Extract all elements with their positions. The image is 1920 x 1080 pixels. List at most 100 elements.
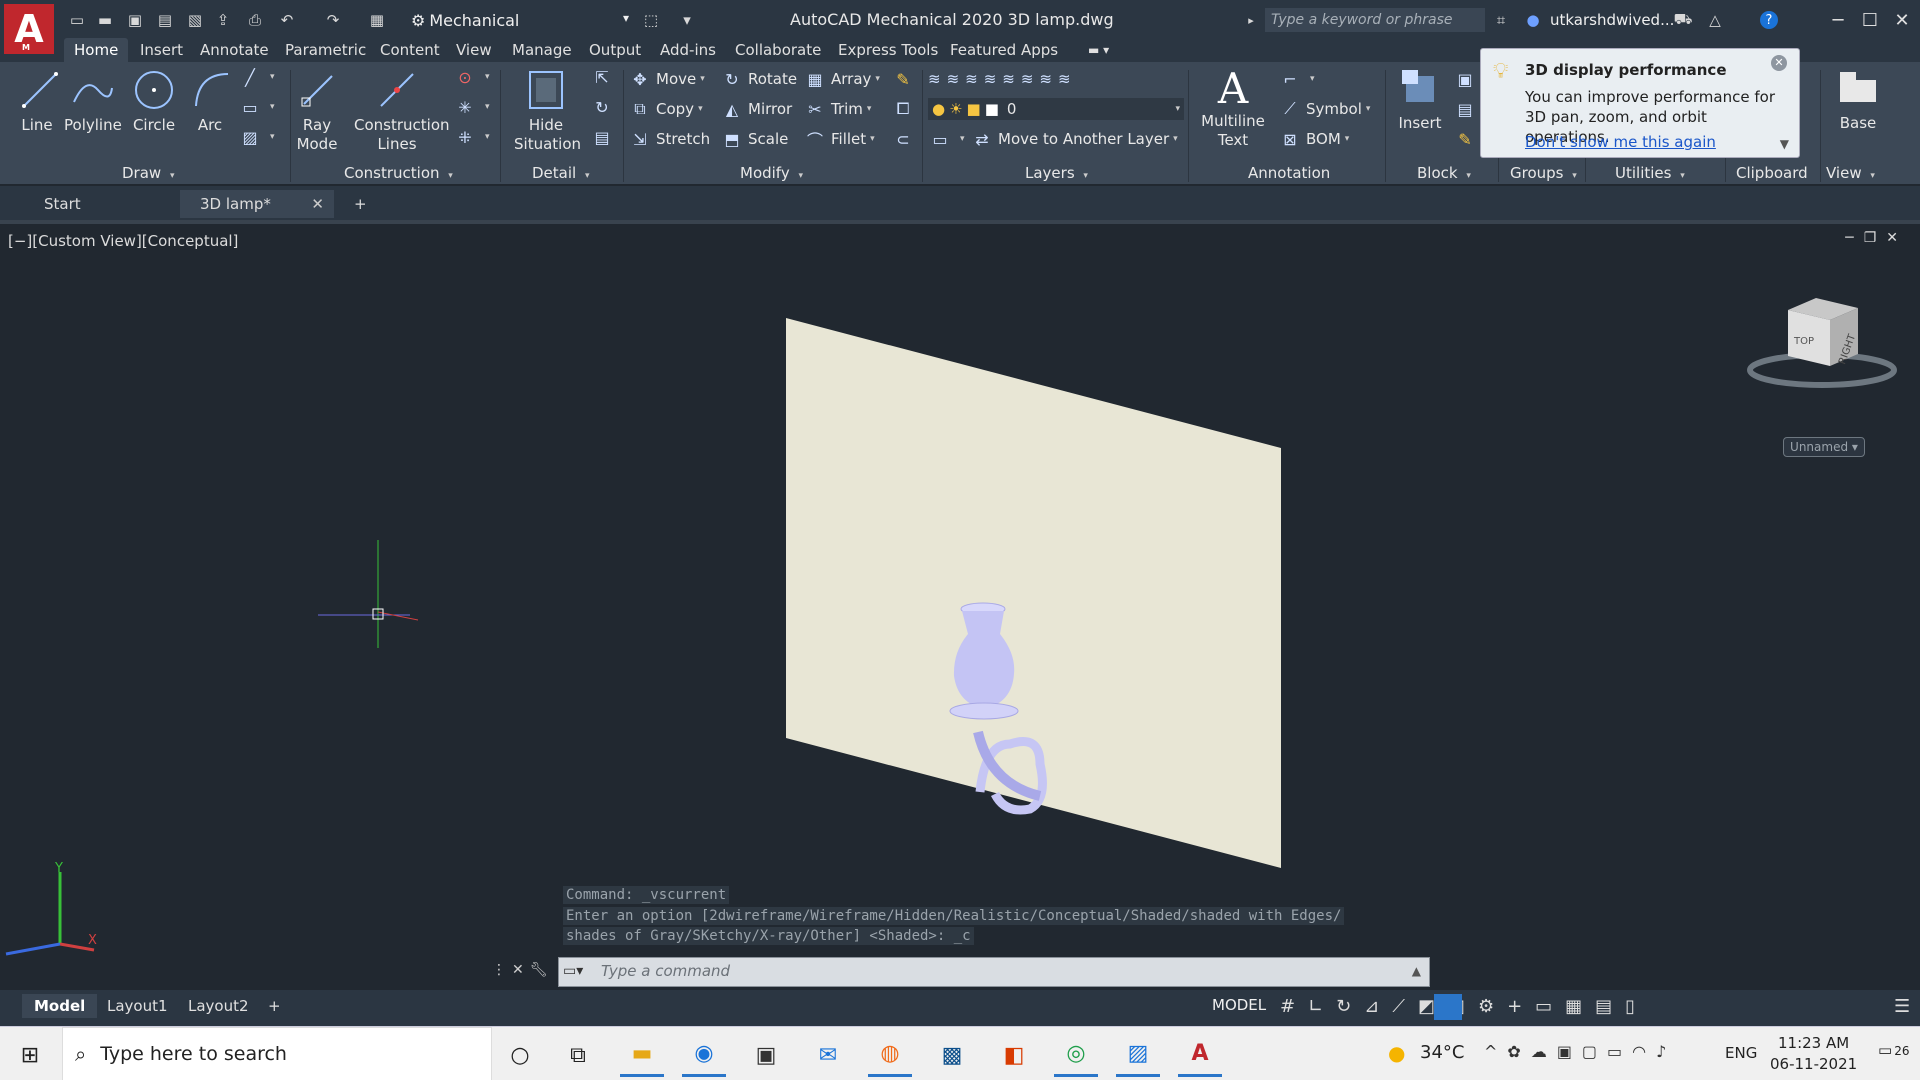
- binoculars-icon[interactable]: ⌗: [1490, 9, 1512, 31]
- tab-content[interactable]: Content: [380, 38, 440, 62]
- object-snap-toggle[interactable]: [1434, 994, 1462, 1020]
- tab-featured-apps[interactable]: Featured Apps: [950, 38, 1058, 62]
- open-icon[interactable]: ▬: [94, 9, 116, 31]
- line-button[interactable]: Line: [18, 68, 58, 135]
- customization-menu-icon[interactable]: ☰: [1894, 996, 1910, 1017]
- rectangle-tool[interactable]: ▭ ▾: [240, 96, 274, 118]
- share-icon[interactable]: ⇪: [212, 9, 234, 31]
- task-view-icon[interactable]: ⧉: [556, 1033, 600, 1077]
- layer-state-button[interactable]: ▭ ▾: [930, 128, 964, 150]
- trim-button[interactable]: ✂ Trim ▾: [805, 98, 871, 120]
- tab-3d-lamp[interactable]: 3D lamp* ✕: [180, 190, 334, 218]
- weather-icon[interactable]: ●: [1388, 1041, 1405, 1065]
- move-to-another-layer-button[interactable]: ⇄ Move to Another Layer ▾: [972, 128, 1177, 150]
- weather-temperature[interactable]: 34°C: [1420, 1042, 1464, 1063]
- detail-panel-label[interactable]: Detail ▾: [532, 164, 590, 182]
- multiline-text-button[interactable]: A Multiline Text: [1200, 66, 1266, 150]
- ucs-dropdown[interactable]: Unnamed ▾: [1783, 437, 1865, 457]
- construction-lines-button[interactable]: Construction Lines: [354, 68, 450, 154]
- open-web-icon[interactable]: ▧: [184, 9, 206, 31]
- base-view-button[interactable]: Base: [1836, 66, 1880, 133]
- tab-collaborate[interactable]: Collaborate: [735, 38, 821, 62]
- tab-manage[interactable]: Manage: [512, 38, 572, 62]
- cortana-icon[interactable]: ○: [498, 1033, 542, 1077]
- autodesk-a360-icon[interactable]: △: [1704, 9, 1726, 31]
- polyline-button[interactable]: Polyline: [64, 68, 122, 135]
- rotate-button[interactable]: ↻ Rotate: [722, 68, 797, 90]
- block-edit-button[interactable]: ▤: [1455, 98, 1481, 120]
- arc-button[interactable]: Arc: [190, 68, 230, 135]
- maximize-button[interactable]: ☐: [1852, 0, 1888, 40]
- autocad-taskbar-icon[interactable]: A: [1178, 1033, 1222, 1077]
- taskbar-clock[interactable]: 11:23 AM 06-11-2021: [1770, 1033, 1857, 1075]
- block-create-button[interactable]: ▣: [1455, 68, 1481, 90]
- detail-tool-3[interactable]: ▤: [592, 126, 618, 148]
- tab-express-tools[interactable]: Express Tools: [838, 38, 938, 62]
- workspace-dropdown[interactable]: ⚙ Mechanical ▾: [410, 7, 632, 33]
- dont-show-again-link[interactable]: Don't show me this again: [1525, 133, 1716, 151]
- application-menu-button[interactable]: A M: [4, 4, 54, 54]
- move-button[interactable]: ✥ Move ▾: [630, 68, 704, 90]
- tab-annotate[interactable]: Annotate: [200, 38, 269, 62]
- block-attribute-button[interactable]: ✎: [1455, 128, 1481, 150]
- construction-delete-tool[interactable]: ⁜ ▾: [455, 126, 489, 148]
- photos-icon[interactable]: ▨: [1116, 1033, 1160, 1077]
- store-icon[interactable]: ▣: [744, 1033, 788, 1077]
- block-panel-label[interactable]: Block ▾: [1417, 164, 1471, 182]
- viewcube-top-face[interactable]: TOP: [1794, 336, 1814, 347]
- ribbon-minimize-icon[interactable]: ▬ ▾: [1088, 38, 1109, 62]
- customize-quick-access-icon[interactable]: ▾: [676, 9, 698, 31]
- detail-tool-1[interactable]: ⇱: [592, 66, 618, 88]
- ray-mode-button[interactable]: Ray Mode: [296, 68, 338, 154]
- system-tray-icons[interactable]: ^✿☁▣▢▭◠♪: [1484, 1042, 1676, 1061]
- close-button[interactable]: ✕: [1884, 0, 1920, 40]
- windows-start-icon[interactable]: ⊞: [8, 1033, 52, 1077]
- office-icon[interactable]: ◧: [992, 1033, 1036, 1077]
- tab-layout1[interactable]: Layout1: [107, 994, 168, 1018]
- save-icon[interactable]: ▣: [124, 9, 146, 31]
- view-panel-label[interactable]: View ▾: [1826, 164, 1875, 182]
- add-layout-icon[interactable]: +: [268, 994, 281, 1018]
- fillet-button[interactable]: ⌒ Fillet ▾: [805, 128, 875, 150]
- draw-line-tool[interactable]: ╱ ▾: [240, 66, 274, 88]
- offset-button[interactable]: ⧠: [893, 98, 919, 120]
- expand-notification-icon[interactable]: ▼: [1780, 137, 1789, 151]
- input-language[interactable]: ENG: [1725, 1044, 1757, 1062]
- tab-start[interactable]: Start: [24, 190, 184, 218]
- modify-panel-label[interactable]: Modify ▾: [740, 164, 803, 182]
- tab-parametric[interactable]: Parametric: [285, 38, 366, 62]
- help-icon[interactable]: ?: [1760, 11, 1778, 29]
- file-explorer-icon[interactable]: ▬: [620, 1033, 664, 1077]
- user-account[interactable]: utkarshdwived...: [1550, 0, 1674, 40]
- drawing-viewport[interactable]: [−][Custom View][Conceptual] ─❐✕ Y X TOP…: [0, 220, 1920, 990]
- layer-toolbar-icon[interactable]: ▦: [366, 9, 388, 31]
- taskbar-search[interactable]: ⌕ Type here to search: [62, 1027, 492, 1080]
- plot-icon[interactable]: ⎙: [244, 9, 266, 31]
- command-line[interactable]: ▭▾ Type a command ▲: [558, 957, 1430, 987]
- join-button[interactable]: ⊂: [893, 128, 919, 150]
- draw-panel-label[interactable]: Draw ▾: [122, 164, 175, 182]
- firefox-icon[interactable]: ◍: [868, 1033, 912, 1077]
- annotation-panel-label[interactable]: Annotation: [1248, 164, 1330, 182]
- tab-add-ins[interactable]: Add-ins: [660, 38, 716, 62]
- chrome-icon[interactable]: ◎: [1054, 1033, 1098, 1077]
- leader-button[interactable]: ⌐ ▾: [1280, 68, 1314, 90]
- status-toggles[interactable]: #∟↻⊿⟋◩▣⚙+▭▦▤▯: [1280, 996, 1648, 1017]
- symbol-button[interactable]: ⟋ Symbol ▾: [1280, 98, 1370, 120]
- array-button[interactable]: ▦ Array ▾: [805, 68, 880, 90]
- notification-center[interactable]: ▭ 26: [1878, 1041, 1909, 1059]
- command-history-icon[interactable]: ▭▾: [563, 963, 583, 979]
- command-line-tools[interactable]: ⋮✕🔧︎: [492, 962, 554, 978]
- minimize-button[interactable]: ─: [1820, 0, 1856, 40]
- edge-icon[interactable]: ◉: [682, 1033, 726, 1077]
- layer-dropdown[interactable]: ● ☀ ■ ■ 0 ▾: [928, 98, 1184, 120]
- user-icon[interactable]: ●: [1522, 9, 1544, 31]
- save-as-icon[interactable]: ▤: [154, 9, 176, 31]
- tab-insert[interactable]: Insert: [140, 38, 183, 62]
- construction-panel-label[interactable]: Construction ▾: [344, 164, 453, 182]
- utilities-panel-label[interactable]: Utilities ▾: [1615, 164, 1685, 182]
- layers-panel-label[interactable]: Layers ▾: [1025, 164, 1088, 182]
- bom-button[interactable]: ⊠ BOM ▾: [1280, 128, 1349, 150]
- tab-layout2[interactable]: Layout2: [188, 994, 249, 1018]
- command-input[interactable]: Type a command: [601, 962, 730, 980]
